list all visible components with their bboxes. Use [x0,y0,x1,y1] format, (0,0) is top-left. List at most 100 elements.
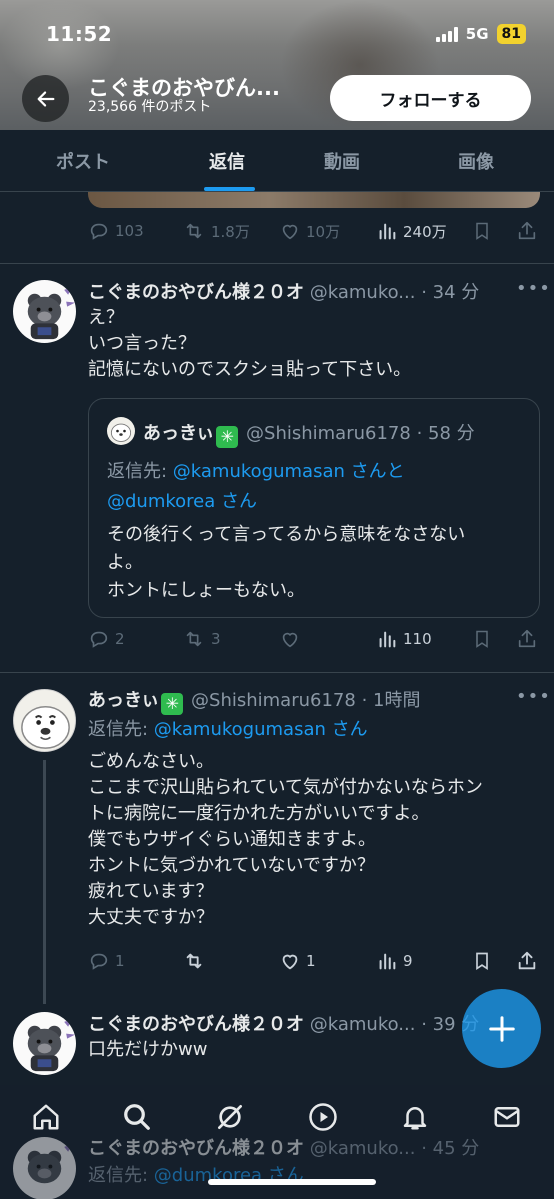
share-button[interactable] [516,950,538,972]
battery-level: 81 [496,24,526,44]
follow-button[interactable]: フォローする [330,75,531,121]
share-button[interactable] [516,628,538,650]
search-icon [124,1104,150,1130]
author-name[interactable]: こぐまのおやびん様２０オ [88,282,304,303]
tab-videos[interactable]: 動画 [324,148,360,174]
quote-avatar [107,417,135,445]
grok-icon [218,1105,242,1129]
divider [0,263,554,264]
reply-prefix: 返信先: [88,719,154,740]
repost-button[interactable] [182,950,211,972]
more-options-icon[interactable]: ••• [516,686,551,707]
views-icon [379,631,396,648]
quote-reply-to: 返信先: @kamukogumasan さんと @dumkorea さん [107,457,527,517]
heart-icon [282,632,298,648]
bookmark-icon [476,630,488,648]
heart-icon [282,224,298,240]
quote-author-name: あっきぃ [143,423,215,444]
author-name[interactable]: こぐまのおやびん様２０オ [88,1014,304,1035]
author-handle: @kamuko... [309,1138,416,1159]
views-button[interactable]: 240万 [376,220,447,242]
mention-link[interactable]: @dumkorea [107,491,215,512]
view-count: 110 [403,630,432,648]
status-indicators: 5G 81 [435,24,526,44]
share-icon [518,629,536,648]
tweet-header: こぐまのおやびん様２０オ @kamuko... · 39 分 [88,1010,479,1036]
play-circle-icon [309,1103,337,1131]
profile-tabs: ポスト 返信 動画 画像 [0,130,554,192]
author-handle[interactable]: @kamuko... [310,282,416,303]
nav-video[interactable] [307,1101,339,1133]
author-name[interactable]: あっきぃ [88,690,159,711]
nav-home[interactable] [30,1101,62,1133]
quote-author-handle: @Shishimaru6178 [246,423,411,444]
reply-icon [90,223,108,240]
back-button[interactable] [22,75,69,122]
tab-images[interactable]: 画像 [458,148,494,174]
views-button[interactable]: 9 [376,950,413,972]
repost-button[interactable]: 1.8万 [182,220,250,242]
repost-icon [186,223,202,239]
like-button[interactable]: 1 [279,950,316,972]
tweet-time: · 45 分 [421,1138,480,1159]
home-icon [33,1104,59,1130]
tab-posts[interactable]: ポスト [56,148,110,174]
share-icon [518,221,536,240]
bookmark-button[interactable] [472,950,492,972]
like-button[interactable]: 10万 [279,220,340,242]
reply-suffix: さん [325,719,368,740]
quote-time: · 58 分 [416,423,475,444]
profile-header: 11:52 5G 81 こぐまのおやびん... 23,566 件のポスト フォロ… [0,0,554,130]
arrow-left-icon [37,90,54,107]
bell-icon [403,1107,427,1130]
tweet-text: え？ いつ言った？ 記憶にないのでスクショ貼って下さい。 [88,307,412,380]
like-count: 1 [306,952,316,970]
quote-text: その後行くって言ってるから意味をなさない よ。 ホントにしょーもない。 [107,524,466,601]
view-count: 240万 [403,222,447,241]
reply-button[interactable]: 103 [88,220,144,242]
seal-avatar-image [21,705,70,749]
views-button[interactable]: 110 [376,628,432,650]
quoted-tweet[interactable]: あっきぃ ✳ @Shishimaru6178 · 58 分 返信先: @kamuk… [88,398,540,618]
reply-button[interactable]: 1 [88,950,125,972]
nav-grok[interactable] [214,1101,246,1133]
mention-link[interactable]: @kamukogumasan [173,461,345,482]
views-icon [379,953,396,970]
bookmark-button[interactable] [472,220,492,242]
plus-icon [488,1015,515,1042]
author-handle[interactable]: @kamuko... [310,1014,416,1035]
tweet-actions: 1 1 9 [88,950,540,978]
tweet-actions: 2 3 110 [88,628,540,656]
tweet-time: · 34 分 [421,282,480,303]
avatar[interactable] [13,1012,76,1075]
nav-search[interactable] [121,1101,153,1133]
bookmark-icon [476,222,488,240]
like-button[interactable] [279,628,306,650]
post-count: 23,566 件のポスト [88,99,212,115]
tweet-header: こぐまのおやびん様２０オ @kamuko... · 45 分 [88,1134,479,1160]
network-type: 5G [465,25,489,43]
heart-icon [282,954,298,970]
share-button[interactable] [516,220,538,242]
reply-count: 1 [115,952,125,970]
reply-conjunction: さんと [344,461,405,482]
more-options-icon[interactable]: ••• [516,278,551,299]
nav-notifications[interactable] [399,1101,431,1133]
previous-post-image[interactable] [88,192,540,208]
repost-button[interactable]: 3 [182,628,221,650]
timeline[interactable]: 103 1.8万 10万 240万 こぐまのおやびん様２０オ @kamuko..… [0,192,554,1107]
compose-button[interactable] [462,989,541,1068]
avatar[interactable] [13,280,76,343]
mention-link[interactable]: @kamukogumasan [154,719,326,740]
author-handle[interactable]: @Shishimaru6178 [191,690,356,711]
reply-count: 103 [115,222,144,240]
reply-button[interactable]: 2 [88,628,125,650]
tab-replies[interactable]: 返信 [209,148,245,174]
views-icon [379,223,396,240]
tweet-header: こぐまのおやびん様２０オ @kamuko... · 34 分 [88,278,479,304]
bear-avatar-image [27,1018,76,1072]
bookmark-button[interactable] [472,628,492,650]
nav-messages[interactable] [491,1101,523,1133]
avatar[interactable] [13,689,76,752]
repost-count: 3 [211,630,221,648]
